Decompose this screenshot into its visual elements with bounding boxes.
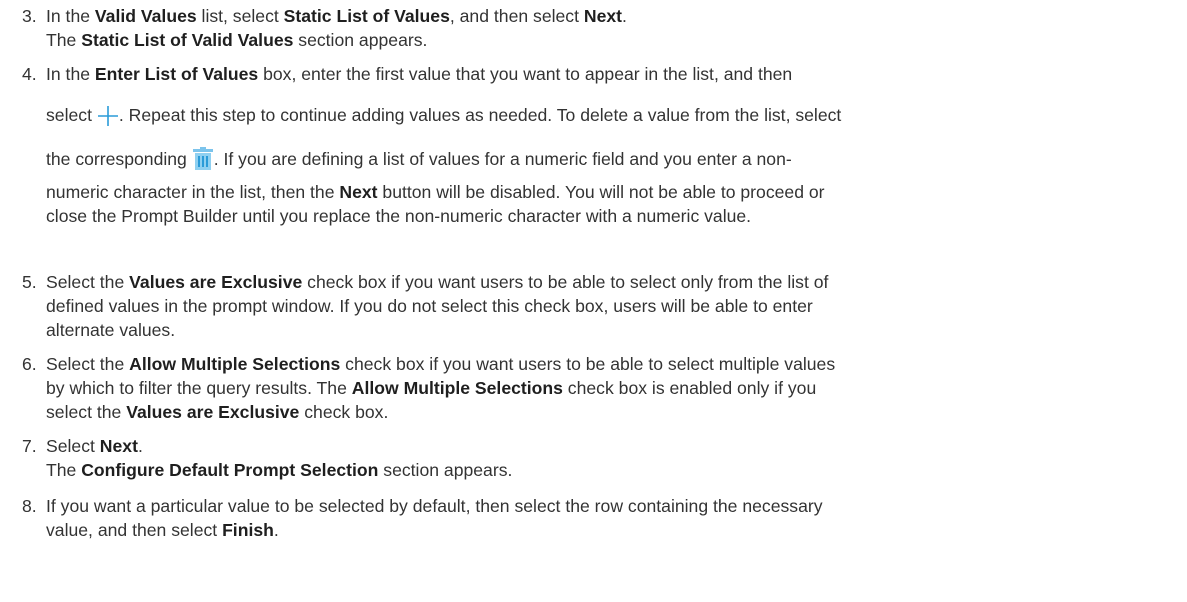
step-number: 8. xyxy=(22,496,37,516)
step-5-line-3: alternate values. xyxy=(46,320,176,340)
step-8: 8. If you want a particular value to be … xyxy=(0,494,1187,542)
procedure-steps: 3. In the Valid Values list, select Stat… xyxy=(0,0,1187,602)
ui-term: Static List of Values xyxy=(283,6,450,26)
step-6: 6. Select the Allow Multiple Selections … xyxy=(0,352,1187,424)
step-7: 7. Select Next. The Configure Default Pr… xyxy=(0,434,1187,482)
step-4-line-5: close the Prompt Builder until you repla… xyxy=(46,206,752,226)
ui-term: Static List of Valid Values xyxy=(81,30,294,50)
step-5-line-1: Select the Values are Exclusive check bo… xyxy=(46,272,829,292)
step-4-line-1: In the Enter List of Values box, enter t… xyxy=(46,64,793,84)
ui-term: Next xyxy=(339,182,378,202)
step-4-line-2: select . Repeat this step to continue ad… xyxy=(46,94,1178,136)
step-number: 3. xyxy=(22,6,37,26)
step-8-line-1: If you want a particular value to be sel… xyxy=(46,496,823,516)
step-4-line-3: the corresponding . If you are defining … xyxy=(46,138,1178,180)
step-3: 3. In the Valid Values list, select Stat… xyxy=(0,4,1187,52)
ui-term: Allow Multiple Selections xyxy=(129,354,341,374)
step-7-line-1: Select Next. xyxy=(46,436,143,456)
ui-term: Next xyxy=(583,6,623,26)
step-4-line-4: numeric character in the list, then the … xyxy=(46,182,825,202)
plus-icon xyxy=(97,100,119,142)
step-6-line-1: Select the Allow Multiple Selections che… xyxy=(46,354,836,374)
step-number: 5. xyxy=(22,272,37,292)
step-3-line-2: The Static List of Valid Values section … xyxy=(46,30,428,50)
ui-term: Finish xyxy=(222,520,274,540)
step-5: 5. Select the Values are Exclusive check… xyxy=(0,270,1187,342)
ui-term: Configure Default Prompt Selection xyxy=(81,460,379,480)
ui-term: Next xyxy=(99,436,138,456)
step-6-line-2: by which to filter the query results. Th… xyxy=(46,378,817,398)
ui-term: Enter List of Values xyxy=(94,64,259,84)
step-8-line-2: value, and then select Finish. xyxy=(46,520,279,540)
ui-term: Valid Values xyxy=(94,6,197,26)
step-number: 6. xyxy=(22,354,37,374)
step-6-line-3: select the Values are Exclusive check bo… xyxy=(46,402,389,422)
step-5-line-2: defined values in the prompt window. If … xyxy=(46,296,813,316)
step-7-line-2: The Configure Default Prompt Selection s… xyxy=(46,460,513,480)
step-4: 4. In the Enter List of Values box, ente… xyxy=(0,62,1187,228)
ui-term: Allow Multiple Selections xyxy=(351,378,563,398)
step-3-line-1: In the Valid Values list, select Static … xyxy=(46,6,627,26)
step-number: 4. xyxy=(22,64,37,84)
ui-term: Values are Exclusive xyxy=(126,402,300,422)
ui-term: Values are Exclusive xyxy=(129,272,303,292)
step-number: 7. xyxy=(22,436,37,456)
